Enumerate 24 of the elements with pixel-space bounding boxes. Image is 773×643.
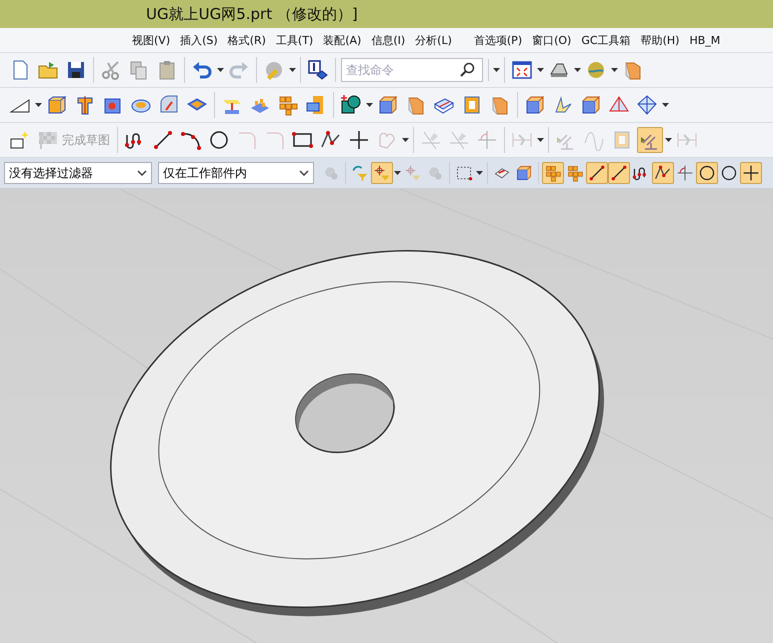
search-input[interactable]: 查找命令 <box>342 63 460 77</box>
plus-icon[interactable] <box>740 162 762 184</box>
menu-item[interactable]: 帮助(H) <box>636 32 684 48</box>
menu-item[interactable]: 首选项(P) <box>470 32 526 48</box>
window-title: UG就上UG网5.prt （修改的）] <box>0 0 773 28</box>
cube-cluster-icon[interactable] <box>542 162 564 184</box>
type-filter-dropdown[interactable]: 没有选择过滤器 <box>4 162 152 184</box>
chevron-down-icon <box>299 170 309 176</box>
menu-item[interactable]: 分析(L) <box>411 32 456 48</box>
crosshair-icon[interactable] <box>371 162 393 184</box>
menu-item[interactable]: 信息(I) <box>367 32 410 48</box>
menu-item[interactable]: 视图(V) <box>128 32 174 48</box>
scope-filter-dropdown[interactable]: 仅在工作部件内 <box>158 162 314 184</box>
menu-item[interactable]: 窗口(O) <box>528 32 576 48</box>
search-icon <box>460 62 476 78</box>
menu-item[interactable]: 插入(S) <box>176 32 222 48</box>
menu-item[interactable]: GC工具箱 <box>577 32 635 48</box>
menu-item[interactable]: 格式(R) <box>224 32 270 48</box>
menu-item[interactable]: 工具(T) <box>272 32 318 48</box>
menu-item[interactable]: HB_M <box>685 34 724 46</box>
search-field[interactable]: 查找命令 <box>341 58 483 82</box>
chevron-down-icon <box>137 170 147 176</box>
polyline-icon[interactable] <box>652 162 674 184</box>
menu-item[interactable]: 装配(A) <box>319 32 366 48</box>
